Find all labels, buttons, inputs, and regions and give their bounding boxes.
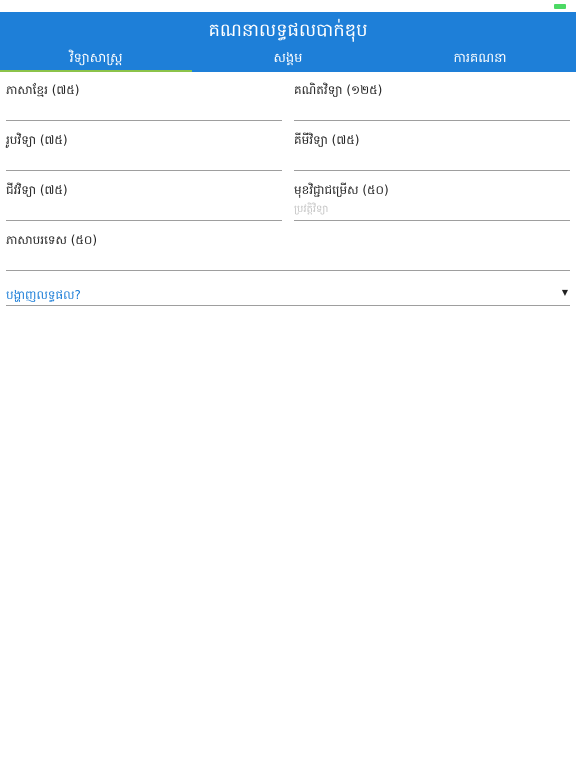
show-result-label: បង្ហាញលទ្ធផល? xyxy=(6,288,81,302)
physics-field-group: រូបវិទ្យា (៧៥) xyxy=(6,122,282,172)
biology-field-group: ជីវវិទ្យា (៧៥) xyxy=(6,172,282,222)
biology-label: ជីវវិទ្យា (៧៥) xyxy=(6,183,68,197)
elective-input[interactable] xyxy=(294,199,570,221)
biology-input[interactable] xyxy=(6,199,282,221)
chemistry-field-group: គីមីវិទ្យា (៧៥) xyxy=(294,122,570,172)
chemistry-label: គីមីវិទ្យា (៧៥) xyxy=(294,133,360,147)
foreign-language-input[interactable] xyxy=(6,249,570,271)
khmer-input[interactable] xyxy=(6,99,282,121)
tab-bar: វិទ្យាសាស្ត្រ សង្គម ការគណនា xyxy=(0,48,576,72)
battery-icon xyxy=(554,4,566,9)
math-input[interactable] xyxy=(294,99,570,121)
tab-science[interactable]: វិទ្យាសាស្ត្រ xyxy=(0,48,192,72)
elective-label: មុខវិជ្ជាជម្រើស (៥០) xyxy=(294,183,389,197)
math-field-group: គណិតវិទ្យា (១២៥) xyxy=(294,72,570,122)
tab-calculation[interactable]: ការគណនា xyxy=(384,48,576,72)
foreign-language-field-group: ភាសាបរទេស (៥០) xyxy=(6,222,570,272)
physics-input[interactable] xyxy=(6,149,282,171)
foreign-language-label: ភាសាបរទេស (៥០) xyxy=(6,233,98,247)
status-bar xyxy=(0,0,576,12)
elective-field-group: មុខវិជ្ជាជម្រើស (៥០) xyxy=(294,172,570,222)
page-title: គណនាលទ្ធផលបាក់ឌុប xyxy=(208,20,368,41)
show-result-dropdown[interactable]: បង្ហាញលទ្ធផល? ▼ xyxy=(6,282,570,306)
khmer-label: ភាសាខ្មែរ (៧៥) xyxy=(6,83,80,97)
khmer-field-group: ភាសាខ្មែរ (៧៥) xyxy=(6,72,282,122)
math-label: គណិតវិទ្យា (១២៥) xyxy=(294,83,383,97)
app-header: គណនាលទ្ធផលបាក់ឌុប វិទ្យាសាស្ត្រ សង្គម កា… xyxy=(0,12,576,72)
tab-social[interactable]: សង្គម xyxy=(192,48,384,72)
physics-label: រូបវិទ្យា (៧៥) xyxy=(6,133,68,147)
chevron-down-icon: ▼ xyxy=(561,288,568,297)
chemistry-input[interactable] xyxy=(294,149,570,171)
